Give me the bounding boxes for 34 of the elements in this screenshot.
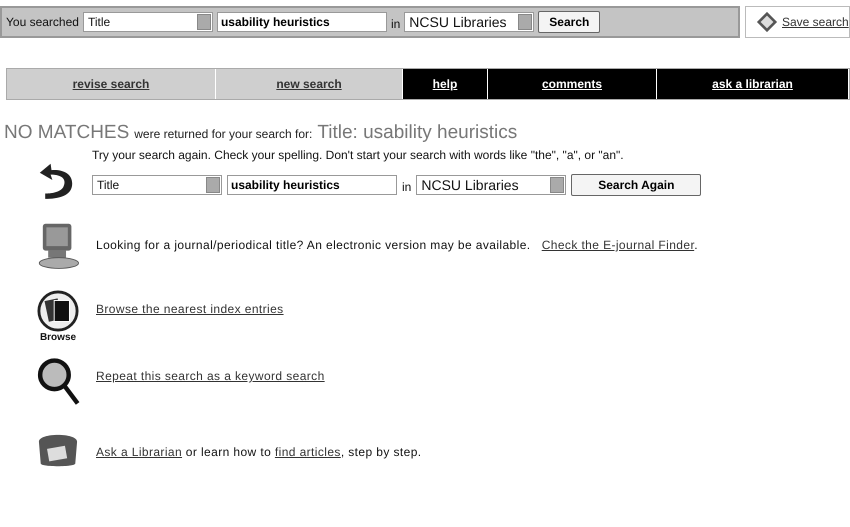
magnifier-icon — [35, 357, 81, 407]
nav-tab[interactable]: revise search — [7, 69, 216, 99]
search-label: You searched — [6, 15, 79, 29]
dropdown-icon — [518, 14, 532, 30]
nav-tab[interactable]: new search — [216, 69, 403, 99]
browse-icon — [35, 290, 81, 332]
dropdown-icon — [550, 177, 564, 193]
option-link[interactable]: Check the E-journal Finder — [542, 238, 694, 252]
option-text: Looking for a journal/periodical title? An electronic version may be available. Check the E-journal Finder. — [96, 238, 698, 252]
field-select[interactable]: Title — [82, 12, 213, 32]
dropdown-icon — [206, 177, 220, 193]
dropdown-icon — [196, 14, 211, 30]
option-link[interactable]: Browse the nearest index entries — [96, 302, 284, 316]
query-field[interactable]: usability heuristics — [216, 12, 387, 32]
search-again-button[interactable]: Search Again — [571, 174, 702, 196]
browse-caption: Browse — [40, 332, 76, 343]
option-text: Ask a Librarian or learn how to find articles, step by step. — [96, 445, 422, 459]
in-label: in — [402, 180, 412, 194]
no-matches-heading: NO MATCHES — [4, 122, 130, 144]
retry-hint: Try your search again. Check your spelling. Don't start your search with words like "the", "a", or "an". — [92, 148, 625, 162]
field-select[interactable]: Title — [92, 175, 222, 195]
scope-select[interactable]: NCSU Libraries — [416, 175, 566, 195]
query-field[interactable]: usability heuristics — [227, 175, 397, 195]
search-query-heading: Title: usability heuristics — [317, 122, 518, 144]
nav-tab[interactable]: help — [403, 69, 488, 99]
option-link[interactable]: Ask a Librarian — [96, 445, 182, 459]
scope-select[interactable]: NCSU Libraries — [404, 12, 534, 32]
nav-tab[interactable]: ask a librarian — [657, 69, 849, 99]
option-link[interactable]: Repeat this search as a keyword search — [96, 369, 325, 383]
heading-text: were returned for your search for: — [134, 127, 312, 141]
search-button[interactable]: Search — [538, 11, 600, 33]
nav-tab[interactable]: comments — [488, 69, 657, 99]
in-label: in — [390, 17, 400, 31]
option-link[interactable]: find articles — [274, 445, 341, 459]
